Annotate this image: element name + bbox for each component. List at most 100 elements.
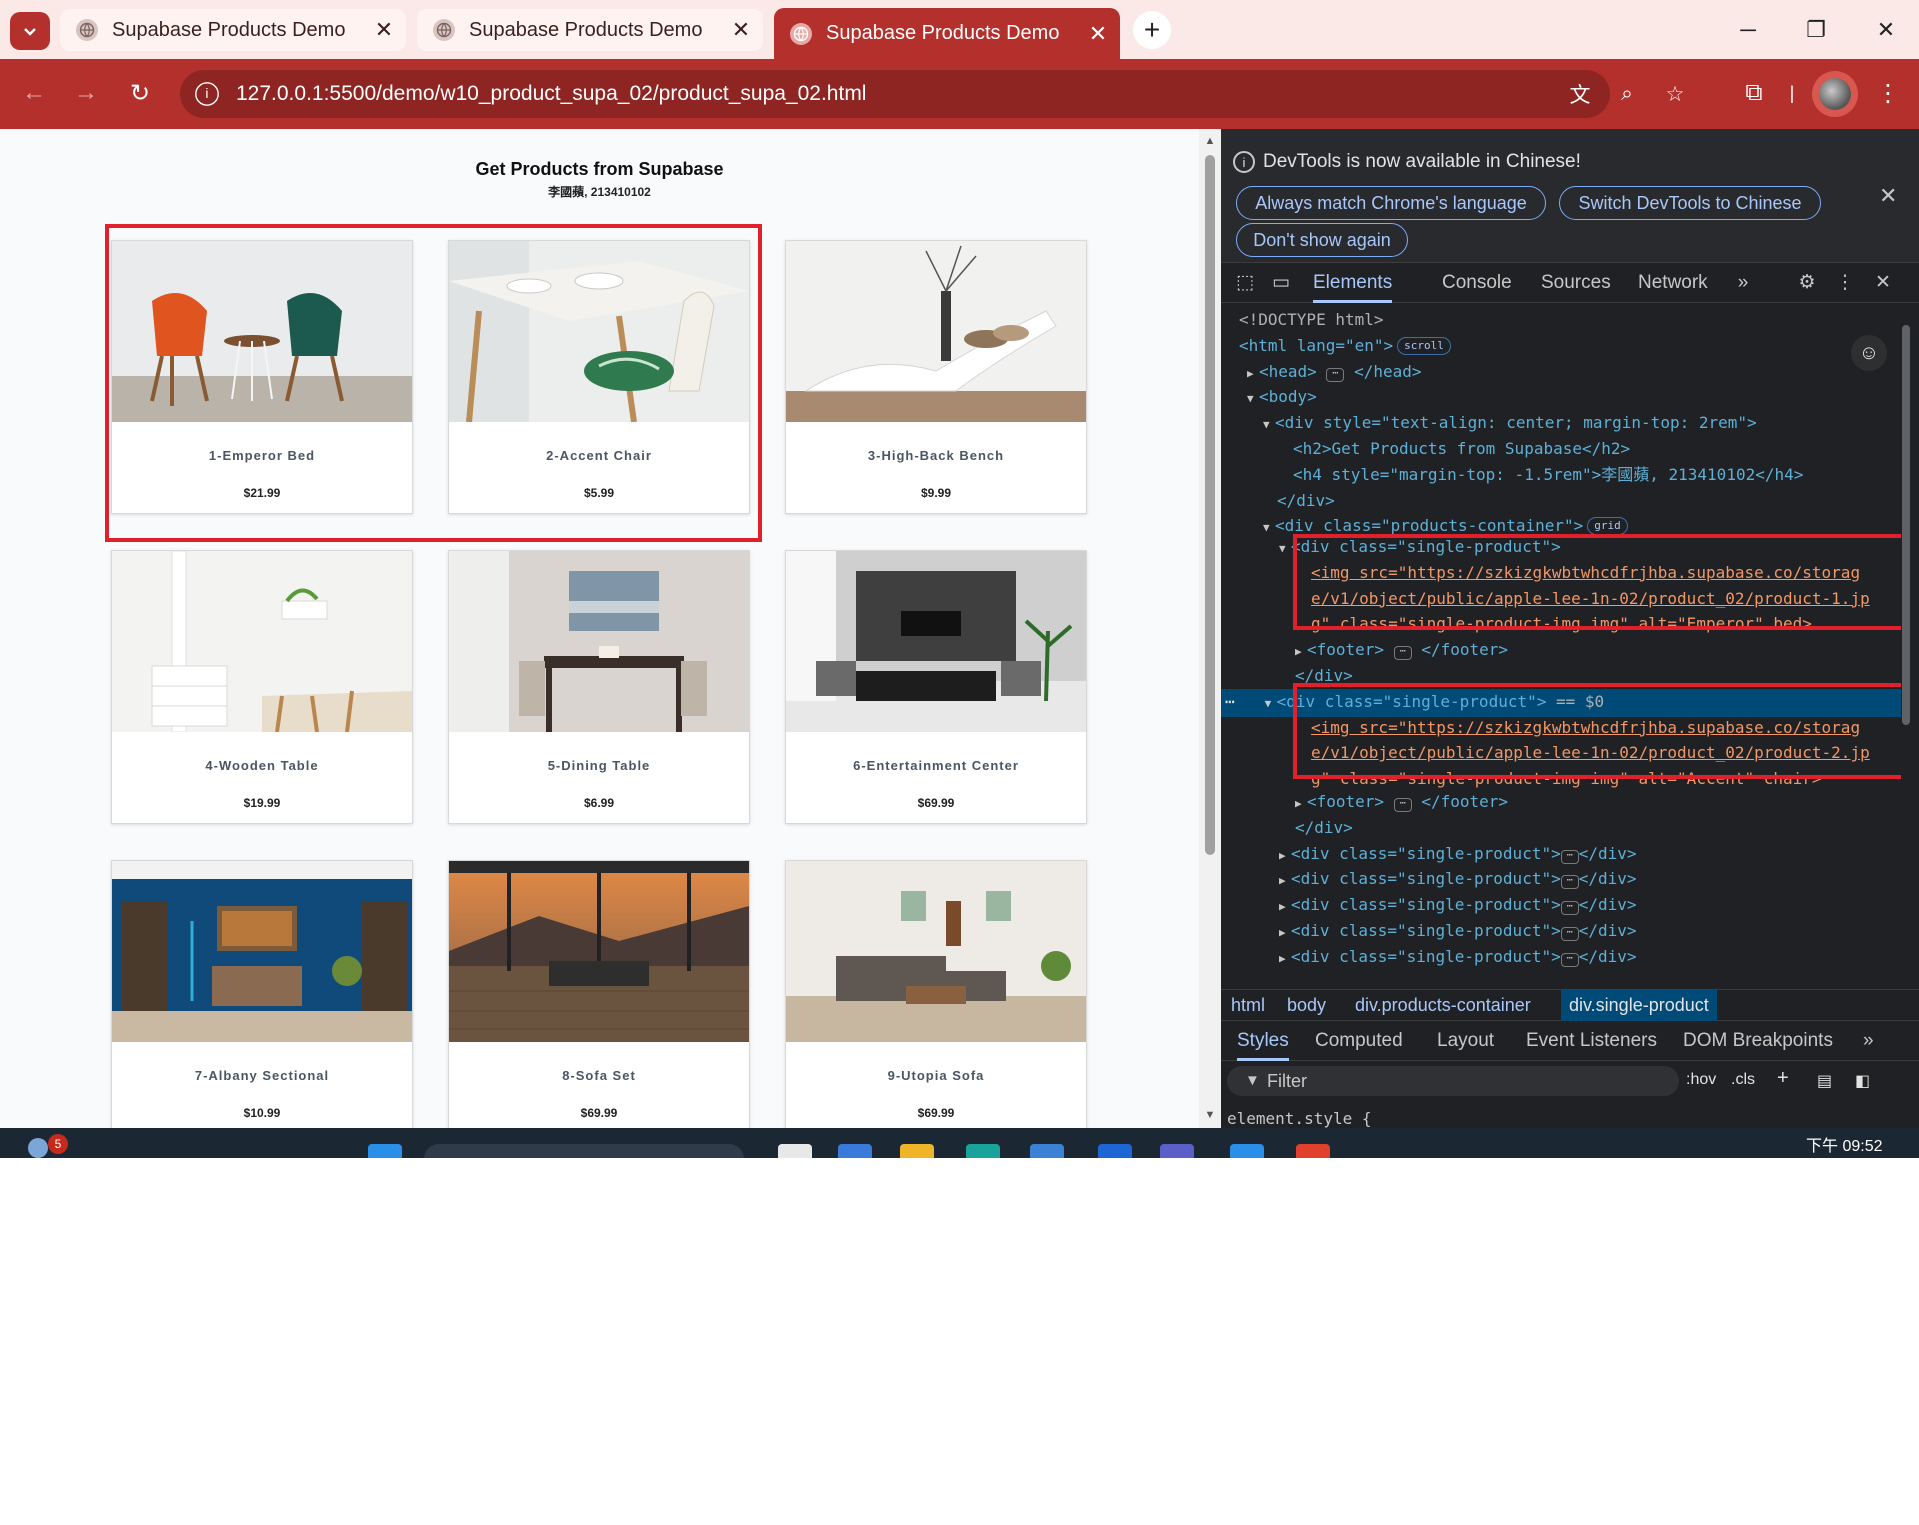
new-tab-button[interactable]: + (1133, 11, 1171, 49)
dom-line[interactable]: ▶ <div class="single-product"> ⋯ </div> (1221, 841, 1901, 869)
reload-icon[interactable]: ↻ (120, 73, 160, 113)
page-scrollbar[interactable]: ▲ ▼ (1199, 129, 1221, 1128)
edge-icon[interactable] (966, 1144, 1000, 1158)
hover-state-toggle[interactable]: :hov (1686, 1071, 1716, 1089)
product-card[interactable]: 6-Entertainment Center $69.99 (785, 550, 1087, 824)
product-card[interactable]: 9-Utopia Sofa $69.99 (785, 860, 1087, 1128)
add-rule-icon[interactable]: + (1777, 1067, 1789, 1090)
accessibility-icon[interactable]: ☺ (1851, 335, 1887, 371)
tab-sources[interactable]: Sources (1541, 263, 1611, 303)
scroll-badge[interactable]: scroll (1397, 336, 1451, 355)
scrollbar-thumb[interactable] (1902, 325, 1910, 725)
dom-line[interactable]: ▼ <div style="text-align: center; margin-… (1221, 410, 1901, 438)
product-card[interactable]: 7-Albany Sectional $10.99 (111, 860, 413, 1128)
chrome-icon[interactable] (1296, 1144, 1330, 1158)
settings-gear-icon[interactable]: ⚙ (1795, 271, 1819, 295)
scroll-up-icon[interactable]: ▲ (1204, 135, 1216, 147)
more-tabs-icon[interactable]: » (1863, 1021, 1874, 1061)
tab-elements[interactable]: Elements (1313, 263, 1393, 303)
dom-line[interactable]: ▶ <div class="single-product"> ⋯ </div> (1221, 892, 1901, 920)
scroll-down-icon[interactable]: ▼ (1204, 1109, 1216, 1121)
product-card[interactable]: 4-Wooden Table $19.99 (111, 550, 413, 824)
dom-line[interactable]: ▶ <div class="single-product"> ⋯ </div> (1221, 918, 1901, 946)
site-info-icon[interactable]: i (195, 82, 219, 106)
breadcrumb-item[interactable]: html (1223, 990, 1273, 1021)
menu-kebab-icon[interactable]: ⋮ (1868, 73, 1908, 113)
weather-icon[interactable] (28, 1138, 48, 1158)
dom-line[interactable]: <h4 style="margin-top: -1.5rem">李國蘋, 213… (1221, 462, 1901, 488)
address-bar[interactable]: i 127.0.0.1:5500/demo/w10_product_supa_0… (180, 70, 1684, 118)
product-card[interactable]: 5-Dining Table $6.99 (448, 550, 750, 824)
dom-line[interactable]: ▶ <div class="single-product"> ⋯ </div> (1221, 866, 1901, 894)
tab-layout[interactable]: Layout (1437, 1021, 1494, 1061)
tab-styles[interactable]: Styles (1237, 1021, 1289, 1061)
devtools-menu-icon[interactable]: ⋮ (1833, 271, 1857, 295)
folder-icon[interactable] (900, 1144, 934, 1158)
dont-show-again-button[interactable]: Don't show again (1236, 223, 1408, 257)
dom-line[interactable]: </div> (1221, 488, 1901, 514)
extensions-icon[interactable]: ⧉ (1734, 73, 1774, 113)
profile-avatar[interactable] (1812, 71, 1858, 117)
more-tabs-icon[interactable]: » (1731, 271, 1755, 295)
grid-badge[interactable]: grid (1587, 517, 1628, 536)
taskbar-search[interactable] (424, 1144, 744, 1158)
close-icon[interactable]: ✕ (1879, 183, 1897, 209)
browser-tab-1[interactable]: Supabase Products Demo ✕ (60, 9, 406, 51)
dom-line[interactable]: <h2>Get Products from Supabase</h2> (1221, 436, 1901, 462)
dom-line[interactable]: ▶ <footer> ⋯ </footer> (1221, 789, 1901, 817)
inspect-element-icon[interactable]: ⬚ (1233, 271, 1257, 295)
browser-tab-2[interactable]: Supabase Products Demo ✕ (417, 9, 763, 51)
forward-arrow-icon[interactable]: → (66, 73, 106, 113)
dom-line[interactable]: <html lang="en"> scroll (1221, 333, 1901, 359)
dom-line[interactable]: <!DOCTYPE html> (1221, 307, 1901, 333)
close-icon[interactable]: ✕ (725, 17, 757, 43)
tab-search-button[interactable] (10, 12, 50, 50)
dom-line[interactable]: </div> (1221, 815, 1901, 841)
product-name: 4-Wooden Table (205, 758, 319, 773)
dom-tree[interactable]: <!DOCTYPE html> <html lang="en"> scroll ▶… (1221, 305, 1901, 989)
switch-to-chinese-button[interactable]: Switch DevTools to Chinese (1559, 186, 1821, 220)
tab-computed[interactable]: Computed (1315, 1021, 1403, 1061)
system-clock[interactable]: 下午 09:52 (1806, 1132, 1883, 1156)
minimize-icon[interactable]: ─ (1720, 8, 1776, 52)
class-toggle[interactable]: .cls (1731, 1071, 1755, 1089)
sidebar-toggle-icon[interactable]: ◧ (1855, 1071, 1870, 1091)
vscode-icon[interactable] (1230, 1144, 1264, 1158)
tab-network[interactable]: Network (1638, 263, 1708, 303)
start-icon[interactable] (368, 1144, 402, 1158)
bookmark-star-icon[interactable]: ☆ (1658, 77, 1692, 111)
back-arrow-icon[interactable]: ← (14, 73, 54, 113)
restore-icon[interactable]: ❐ (1788, 8, 1844, 52)
close-devtools-icon[interactable]: ✕ (1871, 271, 1895, 295)
match-language-button[interactable]: Always match Chrome's language (1236, 186, 1546, 220)
dropbox-icon[interactable] (1098, 1144, 1132, 1158)
dom-line[interactable]: ▼ <body> (1221, 384, 1901, 412)
tab-console[interactable]: Console (1442, 263, 1512, 303)
zoom-icon[interactable]: ⌕ (1610, 77, 1644, 111)
file-app-icon[interactable] (778, 1144, 812, 1158)
device-toolbar-icon[interactable]: ▭ (1269, 271, 1293, 295)
dom-line[interactable]: ▶ <head> ⋯ </head> (1221, 359, 1901, 387)
breadcrumb-item[interactable]: div.products-container (1347, 990, 1539, 1021)
styles-filter-input[interactable]: ▼ Filter (1227, 1066, 1679, 1096)
browser-tab-3-active[interactable]: Supabase Products Demo ✕ (774, 8, 1120, 59)
store-icon[interactable] (1030, 1144, 1064, 1158)
close-icon[interactable]: ✕ (1082, 21, 1114, 47)
breadcrumb-item[interactable]: div.single-product (1561, 990, 1717, 1021)
tab-event-listeners[interactable]: Event Listeners (1526, 1021, 1657, 1061)
url-text[interactable]: 127.0.0.1:5500/demo/w10_product_supa_02/… (236, 82, 866, 106)
product-card[interactable]: 8-Sofa Set $69.99 (448, 860, 750, 1128)
copilot-icon[interactable] (838, 1144, 872, 1158)
paint-brush-icon[interactable]: ▤ (1817, 1071, 1832, 1091)
close-icon[interactable]: ✕ (368, 17, 400, 43)
dom-line[interactable]: ▶ <footer> ⋯ </footer> (1221, 637, 1901, 665)
dom-scrollbar[interactable] (1899, 305, 1913, 989)
window-close-icon[interactable]: ✕ (1858, 8, 1914, 52)
breadcrumb-item[interactable]: body (1279, 990, 1334, 1021)
product-card[interactable]: 3-High-Back Bench $9.99 (785, 240, 1087, 514)
dom-line[interactable]: ▶ <div class="single-product"> ⋯ </div> (1221, 944, 1901, 972)
translate-icon[interactable]: 文 (1563, 77, 1597, 111)
scrollbar-thumb[interactable] (1205, 155, 1215, 855)
teams-icon[interactable] (1160, 1144, 1194, 1158)
tab-dom-breakpoints[interactable]: DOM Breakpoints (1683, 1021, 1833, 1061)
